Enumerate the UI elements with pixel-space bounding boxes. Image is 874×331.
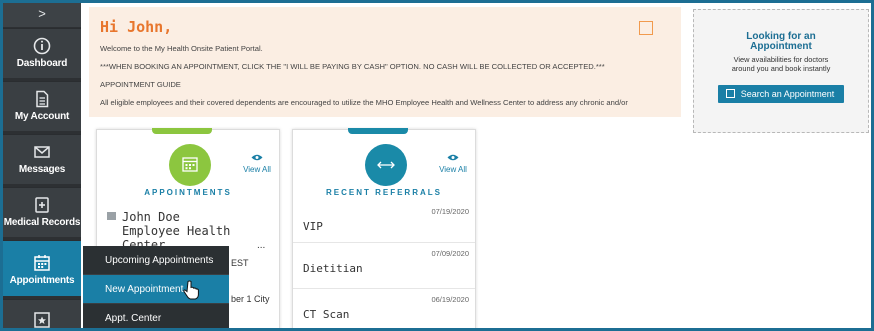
view-all-label: View All — [243, 165, 271, 174]
info-circle-icon — [33, 37, 51, 55]
promo-subtitle-line: View availabilities for doctors — [733, 55, 829, 64]
view-all-label: View All — [439, 165, 467, 174]
referral-item[interactable]: 07/19/2020 VIP — [293, 201, 475, 247]
sidebar-item-dashboard[interactable]: Dashboard — [3, 28, 81, 78]
sidebar-item-label: Medical Records — [3, 217, 81, 228]
referral-item[interactable]: 06/19/2020 CT Scan — [293, 288, 475, 328]
card-tab — [348, 128, 408, 134]
promo-title-line: Appointment — [750, 41, 812, 52]
referral-date: 07/19/2020 — [431, 207, 469, 216]
star-box-icon — [34, 312, 50, 328]
document-icon — [36, 90, 49, 108]
view-all-appointments-link[interactable]: View All — [239, 154, 275, 174]
sidebar-item-messages[interactable]: Messages — [3, 134, 81, 184]
welcome-panel: Hi John, Welcome to the My Health Onsite… — [89, 7, 681, 117]
sidebar-item-medical-records[interactable]: Medical Records — [3, 187, 81, 237]
referral-name: CT Scan — [303, 308, 350, 321]
provider-name: John Doe — [122, 210, 180, 224]
expand-icon[interactable] — [639, 21, 653, 35]
promo-subtitle: View availabilities for doctors around y… — [694, 55, 868, 73]
eye-icon — [251, 154, 263, 161]
referral-item[interactable]: 07/09/2020 Dietitian — [293, 242, 475, 288]
menu-item-upcoming-appointments[interactable]: Upcoming Appointments — [83, 246, 229, 275]
sidebar-item-my-account[interactable]: My Account — [3, 81, 81, 131]
calendar-icon — [182, 157, 198, 172]
calendar-icon — [34, 255, 50, 271]
search-appointment-label: Search an Appointment — [740, 89, 835, 99]
hand-cursor-icon — [183, 280, 199, 300]
promo-subtitle-line: around you and book instantly — [731, 64, 831, 73]
appointment-address-partial: ber 1 City — [231, 294, 270, 304]
sidebar: > Dashboard My Account Messages Medical … — [3, 3, 81, 328]
appointment-time-partial: EST — [231, 258, 249, 268]
welcome-text: Welcome to the My Health Onsite Patient … — [100, 44, 263, 53]
booking-notice: ***WHEN BOOKING AN APPOINTMENT, CLICK TH… — [100, 62, 605, 71]
sidebar-item-next[interactable] — [3, 299, 81, 328]
sidebar-item-label: My Account — [14, 111, 70, 122]
more-indicator: ... — [257, 240, 266, 251]
app-frame: > Dashboard My Account Messages Medical … — [0, 0, 874, 331]
greeting: Hi John, — [100, 18, 173, 36]
recent-referrals-card: View All RECENT REFERRALS 07/19/2020 VIP… — [292, 128, 476, 328]
envelope-icon — [34, 146, 50, 158]
referrals-title: RECENT REFERRALS — [325, 188, 442, 197]
referral-name: Dietitian — [303, 262, 363, 275]
menu-item-appt-center[interactable]: Appt. Center — [83, 304, 229, 328]
menu-item-new-appointment[interactable]: New Appointment — [83, 275, 229, 304]
sidebar-item-appointments[interactable]: Appointments — [3, 240, 81, 296]
sidebar-item-label: Appointments — [9, 275, 75, 286]
calendar-icon — [725, 89, 735, 98]
sidebar-item-label: Dashboard — [16, 58, 68, 69]
referrals-circle — [365, 144, 407, 186]
sidebar-item-label: Messages — [18, 164, 66, 175]
search-appointment-promo: Looking for an Appointment View availabi… — [693, 9, 869, 133]
promo-title: Looking for an Appointment — [694, 32, 868, 52]
search-appointment-button[interactable]: Search an Appointment — [717, 85, 845, 103]
referral-date: 06/19/2020 — [431, 295, 469, 304]
view-all-referrals-link[interactable]: View All — [435, 154, 471, 174]
medical-record-icon — [35, 197, 49, 213]
referral-name: VIP — [303, 220, 323, 233]
referral-date: 07/09/2020 — [431, 249, 469, 258]
eligibility-text: All eligible employees and their covered… — [100, 98, 628, 107]
chevron-right-icon: > — [38, 6, 46, 21]
appointment-guide-heading: APPOINTMENT GUIDE — [100, 80, 181, 89]
sidebar-collapse-button[interactable]: > — [3, 3, 81, 27]
building-icon — [107, 212, 116, 220]
appointments-flyout-menu: Upcoming Appointments New Appointment Ap… — [83, 246, 229, 328]
appointments-circle — [169, 144, 211, 186]
eye-icon — [447, 154, 459, 161]
appointments-title: APPOINTMENTS — [144, 188, 232, 197]
card-tab — [152, 128, 212, 134]
arrows-horizontal-icon — [377, 161, 395, 169]
